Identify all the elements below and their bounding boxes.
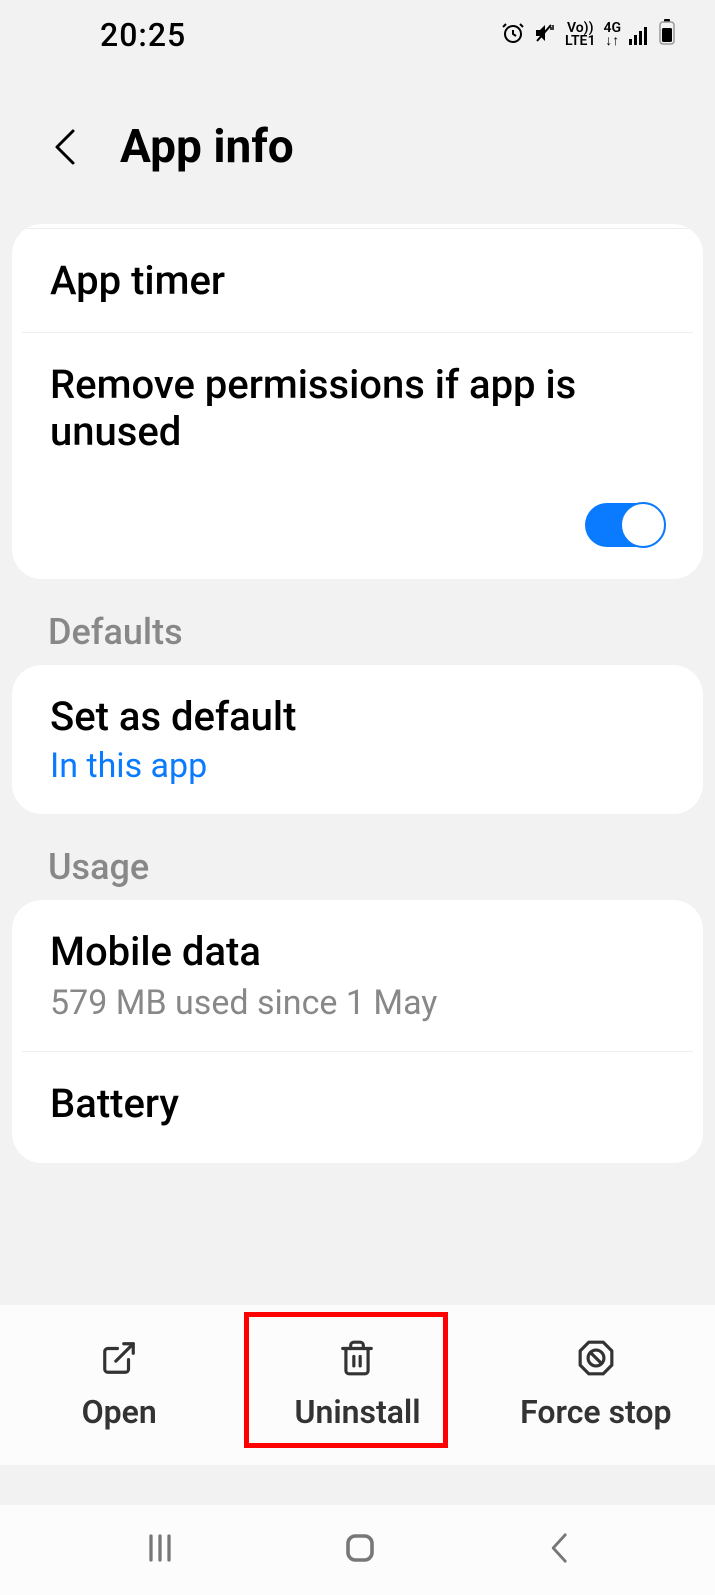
status-bar: 20:25 Vo)) LTE1 4G ↓↑ xyxy=(0,0,715,70)
open-icon xyxy=(100,1339,138,1381)
content: App timer Remove permissions if app is u… xyxy=(0,224,715,1163)
remove-permissions-toggle[interactable] xyxy=(585,503,665,547)
set-as-default-sub: In this app xyxy=(50,746,665,786)
battery-icon xyxy=(659,18,675,53)
recents-button[interactable] xyxy=(142,1530,178,1570)
app-timer-row[interactable]: App timer xyxy=(12,229,703,332)
set-as-default-row[interactable]: Set as default In this app xyxy=(12,665,703,814)
signal-icon xyxy=(629,18,651,53)
navigation-bar xyxy=(0,1505,715,1595)
usage-card: App timer Remove permissions if app is u… xyxy=(12,224,703,579)
no-entry-icon xyxy=(577,1339,615,1381)
back-button[interactable] xyxy=(48,127,80,167)
app-timer-label: App timer xyxy=(50,257,665,304)
mute-icon xyxy=(533,18,557,53)
status-time: 20:25 xyxy=(100,16,186,54)
network-indicator: 4G ↓↑ xyxy=(603,22,621,48)
open-button[interactable]: Open xyxy=(0,1339,238,1431)
trash-icon xyxy=(338,1339,376,1381)
alarm-icon xyxy=(501,18,525,53)
mobile-data-row[interactable]: Mobile data 579 MB used since 1 May xyxy=(12,900,703,1051)
volte-indicator: Vo)) LTE1 xyxy=(565,22,595,48)
defaults-card: Set as default In this app xyxy=(12,665,703,814)
status-icons: Vo)) LTE1 4G ↓↑ xyxy=(501,18,675,53)
usage-section-label: Usage xyxy=(0,814,715,900)
bottom-action-bar: Open Uninstall Force stop xyxy=(0,1305,715,1465)
battery-title: Battery xyxy=(50,1080,665,1127)
force-stop-button[interactable]: Force stop xyxy=(477,1339,715,1431)
page-title: App info xyxy=(120,120,294,174)
toggle-knob xyxy=(620,502,666,548)
remove-permissions-row[interactable]: Remove permissions if app is unused xyxy=(12,333,703,483)
home-button[interactable] xyxy=(342,1530,378,1570)
usage-data-card: Mobile data 579 MB used since 1 May Batt… xyxy=(12,900,703,1163)
mobile-data-sub: 579 MB used since 1 May xyxy=(50,983,665,1023)
force-stop-label: Force stop xyxy=(520,1393,671,1431)
uninstall-label: Uninstall xyxy=(294,1393,420,1431)
nav-back-button[interactable] xyxy=(543,1530,573,1570)
defaults-section-label: Defaults xyxy=(0,579,715,665)
set-as-default-title: Set as default xyxy=(50,693,665,740)
mobile-data-title: Mobile data xyxy=(50,928,665,975)
remove-permissions-label: Remove permissions if app is unused xyxy=(50,361,665,455)
uninstall-button[interactable]: Uninstall xyxy=(238,1339,476,1431)
open-label: Open xyxy=(82,1393,157,1431)
page-header: App info xyxy=(0,70,715,224)
battery-row[interactable]: Battery xyxy=(12,1052,703,1163)
